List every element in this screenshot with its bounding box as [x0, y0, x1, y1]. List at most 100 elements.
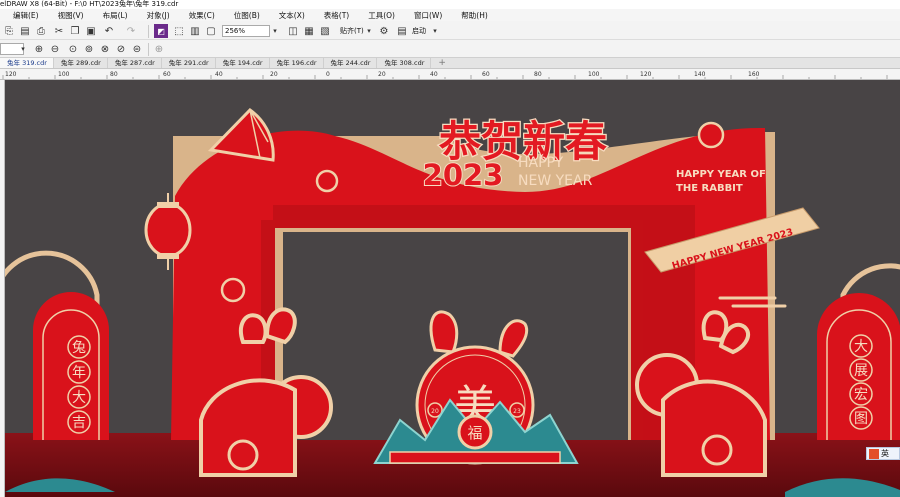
import-icon[interactable]: ⎘: [2, 24, 16, 38]
right-panel-char: 宏: [854, 387, 868, 403]
right-panel-char: 图: [854, 411, 868, 427]
zoom-to-height-icon[interactable]: ⊜: [130, 42, 144, 56]
ruler-tick-label: 120: [5, 71, 17, 78]
launch-dropdown-icon[interactable]: ▾: [428, 24, 442, 38]
menu-layout[interactable]: 布局(L): [90, 10, 134, 21]
artwork: 恭贺新春 2023 HAPPY NEW YEAR HAPPY YEAR OF T…: [5, 108, 900, 497]
zoom-all-objects-icon[interactable]: ⊚: [82, 42, 96, 56]
left-panel-char: 吉: [72, 415, 86, 431]
print-icon[interactable]: ⎙: [34, 24, 48, 38]
ruler-tick-label: 40: [215, 71, 223, 78]
show-grid-icon[interactable]: ▦: [302, 24, 316, 38]
zoom-property-bar: ▾ ⊕ ⊖ ⊙ ⊚ ⊗ ⊘ ⊜ ⊕: [0, 40, 900, 58]
tab-document-289[interactable]: 兔年 289.cdr: [54, 58, 108, 68]
tab-document-244[interactable]: 兔年 244.cdr: [324, 58, 378, 68]
left-panel-char: 大: [72, 390, 86, 406]
ruler-tick-label: 120: [640, 71, 652, 78]
zoom-preset-dropdown-icon[interactable]: ▾: [16, 42, 30, 56]
app-launcher-icon[interactable]: ▤: [395, 24, 409, 38]
export-icon[interactable]: ⬚: [172, 24, 186, 38]
corel-connect-icon[interactable]: ◩: [154, 24, 168, 38]
zoom-out-icon[interactable]: ⊖: [48, 42, 62, 56]
ruler-tick-label: 20: [378, 71, 386, 78]
ruler-tick-label: 100: [58, 71, 70, 78]
menu-edit[interactable]: 编辑(E): [0, 10, 45, 21]
fan-ornament: [207, 108, 275, 162]
tab-document-287[interactable]: 兔年 287.cdr: [108, 58, 162, 68]
flower-ornament-left: [220, 277, 246, 303]
tab-document-196[interactable]: 兔年 196.cdr: [270, 58, 324, 68]
rabbit-year-line2: THE RABBIT: [676, 183, 743, 194]
ruler-tick-label: 20: [270, 71, 278, 78]
redo-icon[interactable]: ↷: [124, 24, 138, 38]
menu-window[interactable]: 窗口(W): [401, 10, 448, 21]
tab-document-319[interactable]: 兔年 319.cdr: [0, 58, 54, 68]
ruler-tick-label: 80: [110, 71, 118, 78]
happy-text: HAPPY: [518, 155, 564, 171]
show-guidelines-icon[interactable]: ▧: [318, 24, 332, 38]
standard-toolbar: ⎘ ▤ ⎙ ✂ ❐ ▣ ↶ ↷ ◩ ⬚ ▥ ▢ 256% ▾ ◫ ▦ ▧ 贴齐(…: [0, 21, 900, 40]
launch-label[interactable]: 启动: [412, 26, 426, 36]
right-panel-char: 大: [854, 339, 868, 355]
inner-pillar-right: [631, 220, 643, 440]
right-side-panel: 大 展 宏 图: [817, 263, 900, 440]
publish-pdf-icon[interactable]: ▥: [188, 24, 202, 38]
document-tabs: 兔年 319.cdr 兔年 289.cdr 兔年 287.cdr 兔年 291.…: [0, 58, 900, 69]
zoom-to-width-icon[interactable]: ⊘: [114, 42, 128, 56]
ime-status-bar[interactable]: 英: [866, 447, 900, 460]
toolbar-divider: [148, 43, 149, 56]
save-icon[interactable]: ▤: [18, 24, 32, 38]
tab-document-291[interactable]: 兔年 291.cdr: [162, 58, 216, 68]
new-tab-icon[interactable]: +: [431, 58, 452, 68]
menu-text[interactable]: 文本(X): [266, 10, 311, 21]
ruler-scale: 120 100 80 60 40 20 0 20 40 60 80 100 12…: [2, 71, 888, 79]
copy-icon[interactable]: ❐: [68, 24, 82, 38]
menu-bar: 编辑(E) 视图(V) 布局(L) 对象(J) 效果(C) 位图(B) 文本(X…: [0, 9, 900, 21]
right-panel-char: 展: [854, 363, 868, 379]
menu-tools[interactable]: 工具(O): [355, 10, 401, 21]
zoom-to-selected-icon[interactable]: ⊙: [66, 42, 80, 56]
full-screen-icon[interactable]: ▢: [204, 24, 218, 38]
zoom-level-input[interactable]: 256%: [222, 25, 270, 37]
ruler-tick-label: 80: [534, 71, 542, 78]
left-panel-char: 兔: [72, 340, 86, 356]
tab-document-308[interactable]: 兔年 308.cdr: [377, 58, 432, 68]
menu-bitmaps[interactable]: 位图(B): [221, 10, 266, 21]
paste-icon[interactable]: ▣: [84, 24, 98, 38]
coin-right-text: 23: [513, 408, 521, 415]
left-side-panel: 兔 年 大 吉: [5, 250, 109, 440]
window-title-bar: elDRAW X8 (64-Bit) - F:\0 HT\2023兔年\兔年 3…: [0, 0, 900, 9]
snap-to-label[interactable]: 贴齐(T): [340, 26, 364, 36]
coin-ornament: [315, 169, 339, 193]
menu-table[interactable]: 表格(T): [311, 10, 355, 21]
horizontal-ruler[interactable]: 120 100 80 60 40 20 0 20 40 60 80 100 12…: [0, 69, 900, 80]
show-rulers-icon[interactable]: ◫: [286, 24, 300, 38]
zoom-in-icon[interactable]: ⊕: [32, 42, 46, 56]
menu-object[interactable]: 对象(J): [134, 10, 176, 21]
flower-ornament-top: [697, 121, 725, 149]
zoom-to-page-icon[interactable]: ⊗: [98, 42, 112, 56]
ime-language-label[interactable]: 英: [881, 448, 889, 459]
tab-document-194[interactable]: 兔年 194.cdr: [216, 58, 270, 68]
menu-effects[interactable]: 效果(C): [176, 10, 221, 21]
year-text: 2023: [423, 158, 504, 192]
menu-help[interactable]: 帮助(H): [448, 10, 494, 21]
snap-dropdown-icon[interactable]: ▾: [362, 24, 376, 38]
window-title: elDRAW X8 (64-Bit) - F:\0 HT\2023兔年\兔年 3…: [0, 0, 179, 8]
cut-icon[interactable]: ✂: [52, 24, 66, 38]
ruler-tick-label: 100: [588, 71, 600, 78]
rabbit-year-line1: HAPPY YEAR OF: [676, 169, 766, 180]
ime-logo-icon: [869, 448, 879, 459]
pan-icon[interactable]: ⊕: [152, 42, 166, 56]
menu-view[interactable]: 视图(V): [45, 10, 90, 21]
ruler-tick-label: 0: [326, 71, 330, 78]
zoom-dropdown-icon[interactable]: ▾: [268, 24, 282, 38]
ruler-tick-label: 140: [694, 71, 706, 78]
left-panel-char: 年: [72, 365, 86, 381]
ruler-tick-label: 60: [482, 71, 490, 78]
fu-character: 福: [467, 424, 482, 442]
ruler-tick-label: 160: [748, 71, 760, 78]
options-gear-icon[interactable]: ⚙: [377, 24, 391, 38]
drawing-canvas[interactable]: 恭贺新春 2023 HAPPY NEW YEAR HAPPY YEAR OF T…: [5, 80, 900, 497]
undo-icon[interactable]: ↶: [102, 24, 116, 38]
